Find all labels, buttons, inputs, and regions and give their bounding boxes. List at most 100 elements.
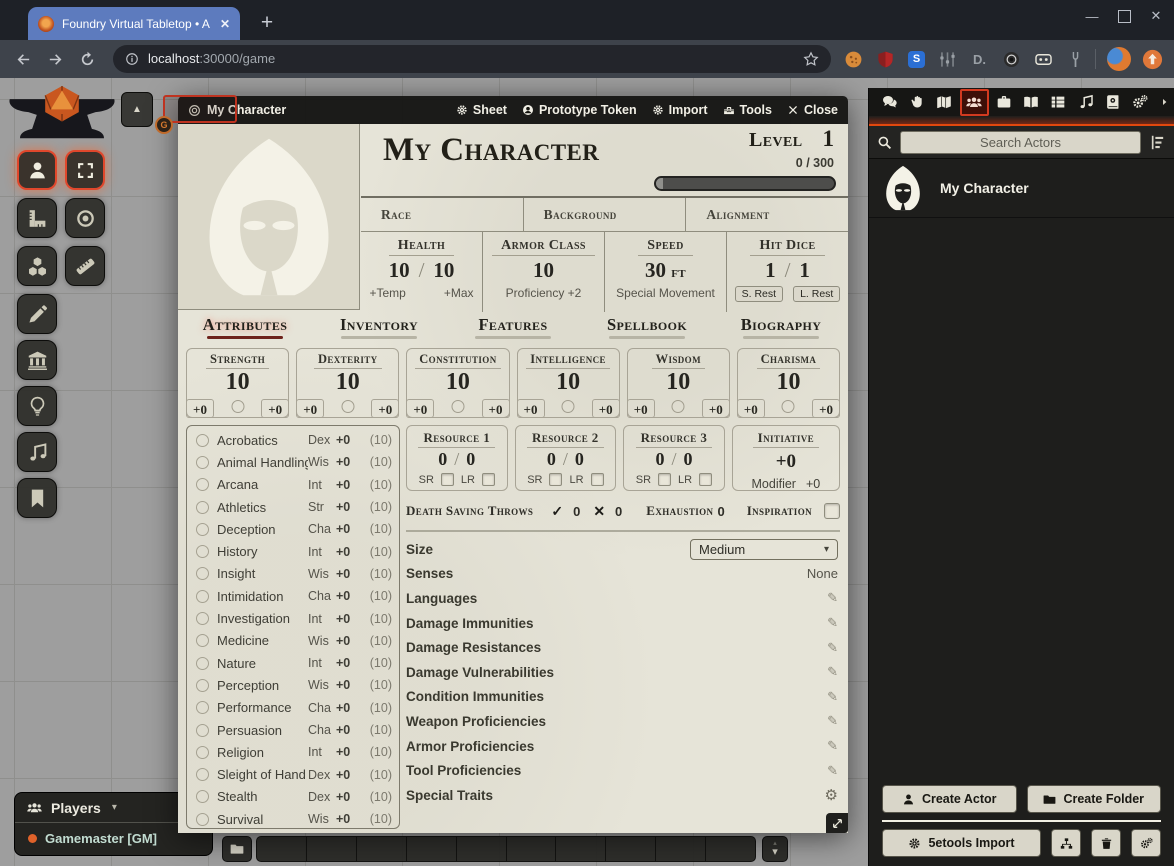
- macro-slot[interactable]: [407, 836, 457, 862]
- skill-name[interactable]: Stealth: [217, 789, 308, 804]
- macro-slot[interactable]: [256, 836, 307, 862]
- skill-row[interactable]: StealthDex+0(10): [187, 786, 399, 808]
- profile-avatar[interactable]: [1107, 47, 1131, 71]
- edit-icon[interactable]: ✎: [827, 640, 838, 656]
- sidebar-tab-playlists[interactable]: [1074, 90, 1098, 114]
- charisma-ability[interactable]: Charisma10+0+0: [737, 348, 840, 418]
- sidebar-tab-tables[interactable]: [1046, 90, 1070, 114]
- forward-icon[interactable]: [47, 51, 64, 68]
- prototype-token-button[interactable]: Prototype Token: [522, 103, 637, 117]
- skill-proficiency-radio[interactable]: [196, 746, 209, 759]
- skill-name[interactable]: History: [217, 544, 308, 559]
- skill-proficiency-radio[interactable]: [196, 545, 209, 558]
- skill-row[interactable]: SurvivalWis+0(10): [187, 808, 399, 829]
- ability-score[interactable]: 10: [628, 369, 729, 395]
- edit-icon[interactable]: ✎: [827, 615, 838, 631]
- sidebar-tab-journal[interactable]: [1019, 90, 1043, 114]
- configure-button[interactable]: [1131, 829, 1161, 857]
- reload-icon[interactable]: [79, 51, 96, 68]
- ability-score[interactable]: 10: [187, 369, 288, 395]
- resource-max[interactable]: 0: [575, 449, 584, 469]
- resource-value[interactable]: 0: [438, 449, 447, 469]
- tab-attributes[interactable]: Attributes: [178, 315, 312, 345]
- ability-check-mod[interactable]: +0: [371, 399, 399, 418]
- race-field[interactable]: Race: [361, 198, 523, 231]
- constitution-ability[interactable]: Constitution10+0+0: [406, 348, 509, 418]
- sr-checkbox[interactable]: [441, 473, 454, 486]
- skill-name[interactable]: Athletics: [217, 500, 308, 515]
- skill-row[interactable]: Sleight of HandDex+0(10): [187, 763, 399, 785]
- resource-box[interactable]: Resource 20/0SRLR: [515, 425, 617, 491]
- ability-check-mod[interactable]: +0: [482, 399, 510, 418]
- sidebar-collapse-icon[interactable]: [1160, 96, 1169, 108]
- tab-spellbook[interactable]: Spellbook: [580, 315, 714, 345]
- ability-proficiency-toggle[interactable]: [782, 400, 795, 413]
- dashlane-extension[interactable]: D.: [970, 50, 989, 69]
- lr-checkbox[interactable]: [699, 473, 712, 486]
- edit-icon[interactable]: ✎: [827, 664, 838, 680]
- intelligence-ability[interactable]: Intelligence10+0+0: [517, 348, 620, 418]
- skill-proficiency-radio[interactable]: [196, 434, 209, 447]
- skill-name[interactable]: Survival: [217, 812, 308, 827]
- macro-slot[interactable]: [706, 836, 756, 862]
- select-targets-tool[interactable]: [65, 150, 105, 190]
- 5etools-import-button[interactable]: 5etools Import: [882, 829, 1041, 857]
- tab-biography[interactable]: Biography: [714, 315, 848, 345]
- session-extension[interactable]: S: [908, 51, 925, 68]
- skill-row[interactable]: AcrobaticsDex+0(10): [187, 429, 399, 451]
- lr-checkbox[interactable]: [482, 473, 495, 486]
- ability-check-mod[interactable]: +0: [702, 399, 730, 418]
- skill-row[interactable]: IntimidationCha+0(10): [187, 585, 399, 607]
- lens-extension[interactable]: [1002, 50, 1021, 69]
- ublock-extension[interactable]: [876, 50, 895, 69]
- alignment-field[interactable]: Alignment: [685, 198, 848, 231]
- sidebar-tab-settings[interactable]: [1128, 90, 1152, 114]
- special-movement-label[interactable]: Special Movement: [616, 286, 715, 300]
- hit-dice-max[interactable]: 1: [799, 258, 810, 282]
- drawing-tools-tool[interactable]: [17, 294, 57, 334]
- collapse-folders-icon[interactable]: [1149, 134, 1166, 151]
- measure-template-tool[interactable]: [65, 246, 105, 286]
- level-value[interactable]: 1: [823, 126, 835, 152]
- hp-max[interactable]: 10: [433, 258, 454, 282]
- hotbar-page-down-icon[interactable]: ▾: [772, 847, 778, 857]
- initiative-modifier-value[interactable]: +0: [806, 477, 820, 491]
- skill-row[interactable]: DeceptionCha+0(10): [187, 518, 399, 540]
- hp-current[interactable]: 10: [389, 258, 410, 282]
- resource-label[interactable]: Resource 2: [527, 430, 604, 448]
- sidebar-tab-items[interactable]: [992, 90, 1016, 114]
- edit-icon[interactable]: ✎: [827, 713, 838, 729]
- ability-save-mod[interactable]: +0: [296, 399, 324, 418]
- macro-slot[interactable]: [357, 836, 407, 862]
- sound-tools-tool[interactable]: [17, 432, 57, 472]
- wisdom-ability[interactable]: Wisdom10+0+0: [627, 348, 730, 418]
- hit-dice-current[interactable]: 1: [765, 258, 776, 282]
- macro-slot[interactable]: [507, 836, 557, 862]
- gamepad-extension[interactable]: [1034, 50, 1053, 69]
- resource-label[interactable]: Resource 3: [636, 430, 713, 448]
- short-rest-button[interactable]: S. Rest: [735, 286, 783, 302]
- search-input[interactable]: [900, 131, 1141, 154]
- edit-icon[interactable]: ✎: [827, 738, 838, 754]
- sidebar-tab-actors[interactable]: [960, 89, 989, 116]
- tab-close-icon[interactable]: ✕: [220, 17, 230, 31]
- resource-max[interactable]: 0: [683, 449, 692, 469]
- resize-handle[interactable]: [826, 813, 848, 833]
- macro-slot[interactable]: [556, 836, 606, 862]
- hotbar-page-button[interactable]: ▴ ▾: [762, 836, 788, 862]
- fork-extension[interactable]: [1066, 50, 1085, 69]
- tab-inventory[interactable]: Inventory: [312, 315, 446, 345]
- ability-proficiency-toggle[interactable]: [231, 400, 244, 413]
- skill-name[interactable]: Sleight of Hand: [217, 767, 308, 782]
- skill-name[interactable]: Religion: [217, 745, 308, 760]
- ability-proficiency-toggle[interactable]: [672, 400, 685, 413]
- sidebar-tab-combat[interactable]: [905, 90, 929, 114]
- wall-tools-tool[interactable]: [17, 340, 57, 380]
- size-select[interactable]: Medium▾: [690, 539, 838, 560]
- death-fail-count[interactable]: 0: [615, 504, 622, 519]
- close-button[interactable]: Close: [787, 103, 838, 117]
- ability-proficiency-toggle[interactable]: [341, 400, 354, 413]
- ability-save-mod[interactable]: +0: [186, 399, 214, 418]
- character-name[interactable]: My Character: [383, 132, 599, 169]
- resource-box[interactable]: Resource 10/0SRLR: [406, 425, 508, 491]
